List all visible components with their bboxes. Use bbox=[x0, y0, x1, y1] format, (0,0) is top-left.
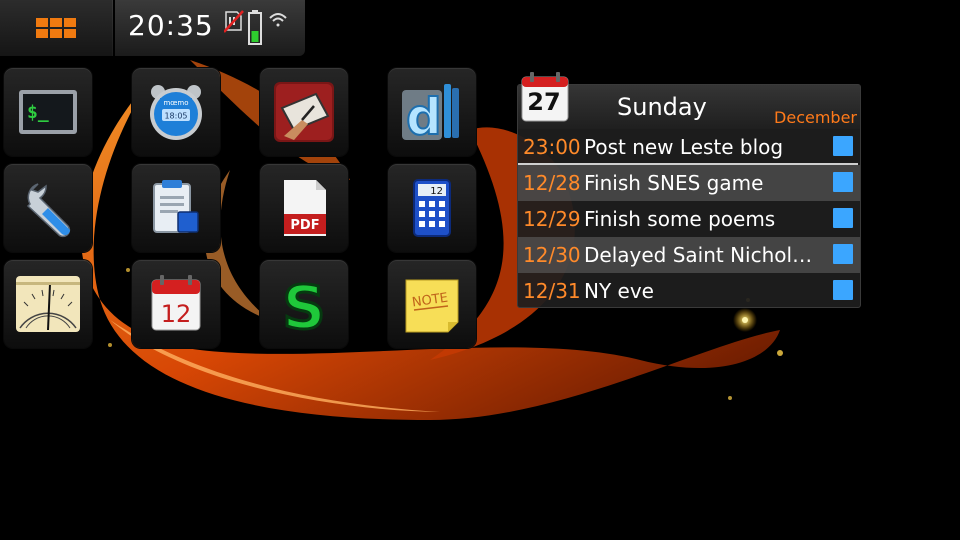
calculator-display: 12 bbox=[430, 186, 443, 197]
status-bar: 20:35 bbox=[0, 0, 305, 56]
event-title: Finish some poems bbox=[584, 207, 776, 231]
drawing-app[interactable] bbox=[260, 68, 348, 156]
calendar-icon: 12 bbox=[151, 275, 201, 331]
drawing-tablet-icon bbox=[274, 82, 334, 142]
alarm-clock-app[interactable]: mœmo 18:05 bbox=[132, 68, 220, 156]
notes-app[interactable]: NOTE bbox=[388, 260, 476, 348]
money-s-icon: S bbox=[281, 272, 327, 336]
pdf-icon: PDF bbox=[284, 180, 326, 236]
calendar-app-day: 12 bbox=[161, 300, 192, 328]
calendar-month: December bbox=[774, 108, 857, 127]
event-calendar-color bbox=[833, 244, 853, 264]
settings-app[interactable] bbox=[4, 164, 92, 252]
alarm-label: mœmo bbox=[163, 99, 188, 107]
wrench-icon bbox=[26, 183, 71, 238]
event-time: 12/29 bbox=[523, 207, 581, 231]
event-time: 12/31 bbox=[523, 279, 581, 303]
money-app[interactable]: S bbox=[260, 260, 348, 348]
pdf-label: PDF bbox=[290, 218, 319, 233]
calculator-app[interactable]: 12 bbox=[388, 164, 476, 252]
calendar-weekday: Sunday bbox=[617, 93, 707, 121]
event-calendar-color bbox=[833, 280, 853, 300]
calendar-event[interactable]: 12/31 NY eve bbox=[518, 273, 860, 309]
terminal-icon: $_ bbox=[19, 90, 77, 134]
slide-rule-app[interactable] bbox=[4, 260, 92, 348]
event-title: Delayed Saint Nichol… bbox=[584, 243, 813, 267]
money-label: S bbox=[282, 273, 325, 336]
status-divider bbox=[113, 0, 115, 56]
status-area[interactable] bbox=[224, 10, 294, 46]
calendar-app[interactable]: 12 bbox=[132, 260, 220, 348]
app-menu-button[interactable] bbox=[0, 0, 112, 56]
clipboard-icon bbox=[153, 180, 199, 233]
calendar-event[interactable]: 12/29 Finish some poems bbox=[518, 201, 860, 237]
clock[interactable]: 20:35 bbox=[128, 9, 214, 42]
event-calendar-color bbox=[833, 172, 853, 192]
app-grid-icon bbox=[36, 18, 76, 38]
battery-icon bbox=[248, 10, 262, 45]
event-time: 12/28 bbox=[523, 171, 581, 195]
terminal-app[interactable]: $_ bbox=[4, 68, 92, 156]
svg-text:$_: $_ bbox=[27, 102, 49, 123]
document-library-icon: d bbox=[402, 84, 459, 144]
event-title: NY eve bbox=[584, 279, 654, 303]
document-library-app[interactable]: d bbox=[388, 68, 476, 156]
pdf-app[interactable]: PDF bbox=[260, 164, 348, 252]
event-time: 23:00 bbox=[523, 135, 581, 159]
event-title: Finish SNES game bbox=[584, 171, 764, 195]
clipboard-app[interactable] bbox=[132, 164, 220, 252]
note-icon: NOTE bbox=[405, 279, 459, 333]
wifi-icon bbox=[269, 13, 287, 27]
event-calendar-color bbox=[833, 136, 853, 156]
calendar-widget-icon: 27 bbox=[520, 71, 572, 123]
calendar-event[interactable]: 23:00 Post new Leste blog bbox=[518, 129, 860, 165]
event-time: 12/30 bbox=[523, 243, 581, 267]
svg-text:d: d bbox=[406, 88, 442, 144]
alarm-time: 18:05 bbox=[164, 112, 187, 121]
calendar-event[interactable]: 12/28 Finish SNES game bbox=[518, 165, 860, 201]
sim-off-icon bbox=[224, 10, 244, 33]
slide-rule-icon bbox=[16, 276, 80, 332]
calculator-icon: 12 bbox=[413, 179, 451, 237]
alarm-clock-icon: mœmo 18:05 bbox=[150, 85, 202, 140]
calendar-widget[interactable]: 27 Sunday December 23:00 Post new Leste … bbox=[517, 72, 861, 309]
calendar-event[interactable]: 12/30 Delayed Saint Nichol… bbox=[518, 237, 860, 273]
calendar-day-number: 27 bbox=[527, 88, 561, 116]
event-calendar-color bbox=[833, 208, 853, 228]
event-title: Post new Leste blog bbox=[584, 135, 784, 159]
